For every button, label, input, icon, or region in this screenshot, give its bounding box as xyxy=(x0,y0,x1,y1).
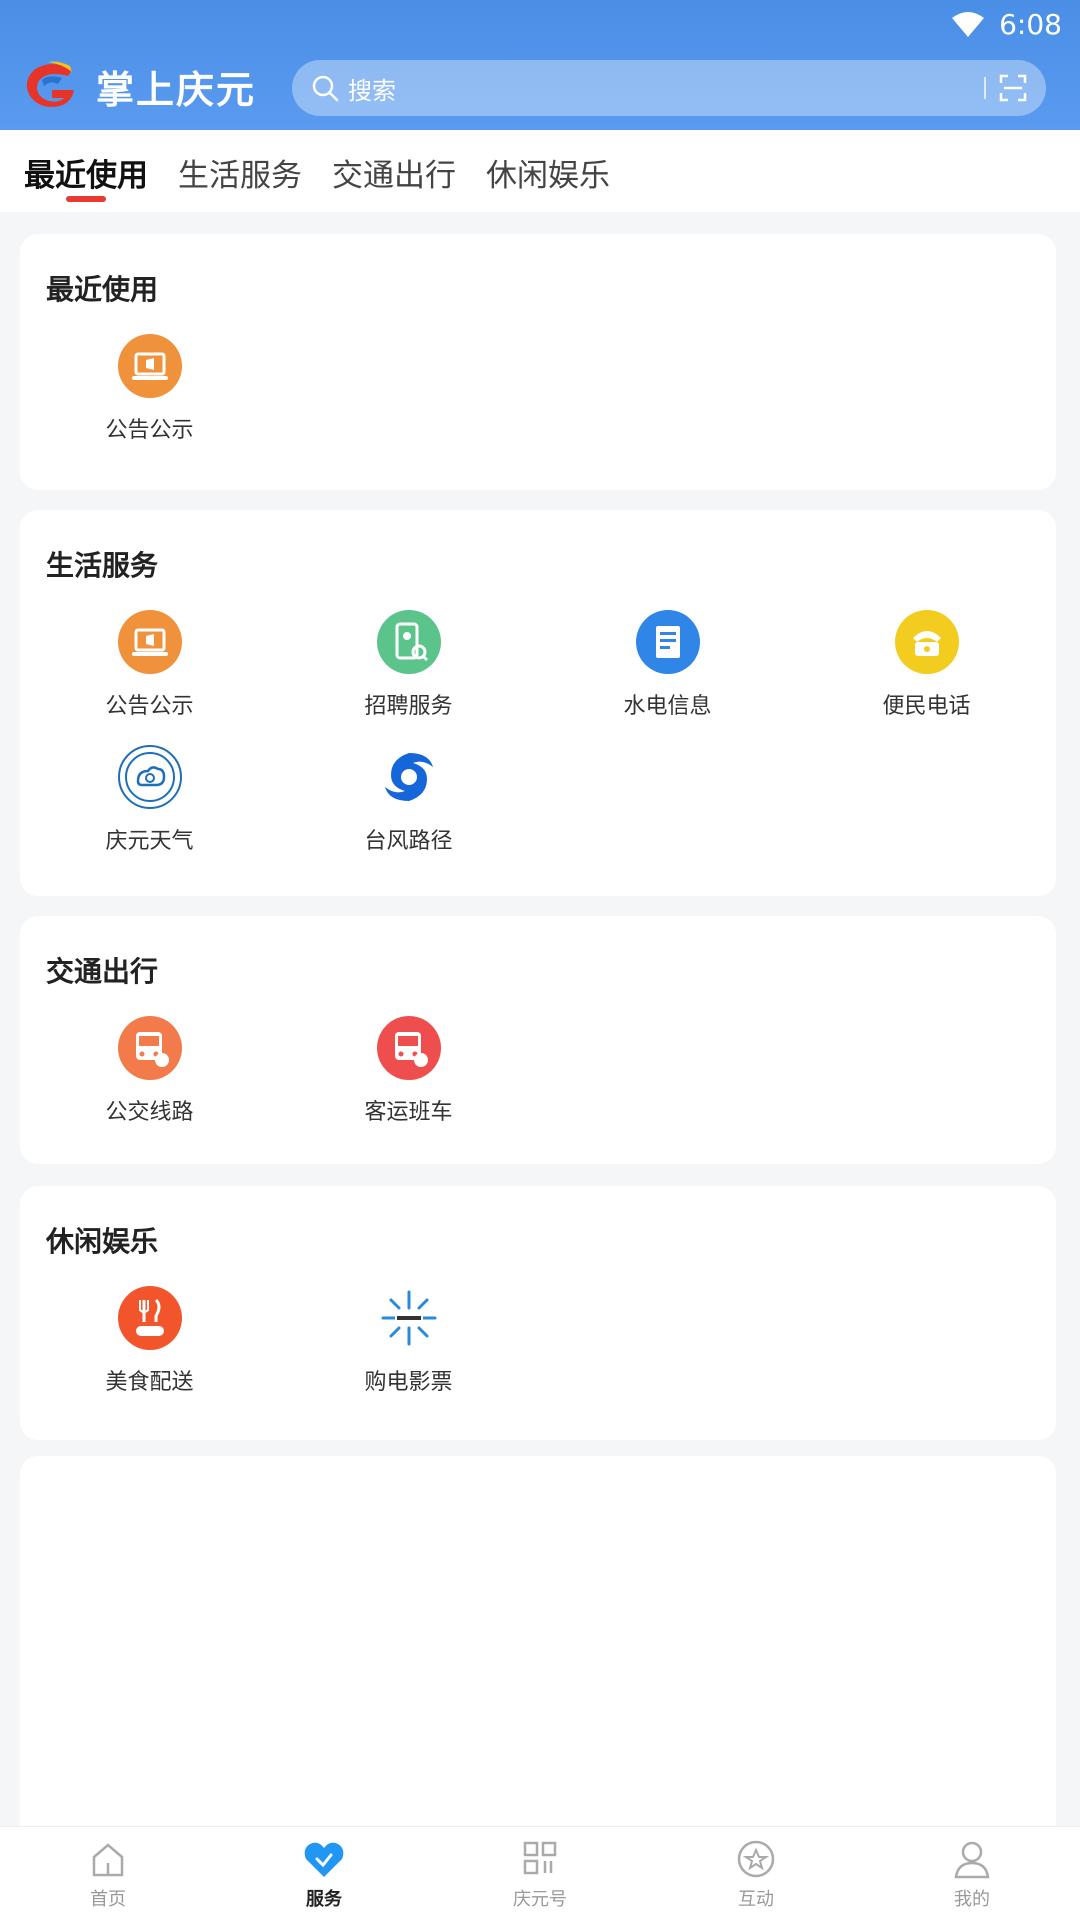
status-time: 6:08 xyxy=(999,7,1062,41)
category-tabs: 最近使用 生活服务 交通出行 休闲娱乐 xyxy=(0,130,1080,212)
tab-leisure[interactable]: 休闲娱乐 xyxy=(486,130,610,195)
service-food-delivery[interactable]: 美食配送 xyxy=(20,1286,279,1406)
nav-label: 庆元号 xyxy=(513,1889,567,1910)
service-announcement[interactable]: 公告公示 xyxy=(20,334,279,454)
section-recent: 最近使用 公告公示 xyxy=(20,234,1056,490)
tab-transport[interactable]: 交通出行 xyxy=(332,130,456,195)
service-typhoon-track[interactable]: 台风路径 xyxy=(279,745,538,865)
service-label: 台风路径 xyxy=(364,829,453,854)
service-coach[interactable]: 客运班车 xyxy=(279,1016,538,1136)
service-label: 招聘服务 xyxy=(364,694,453,719)
empty-card xyxy=(20,1456,1056,1826)
weather-icon xyxy=(117,745,182,809)
user-icon xyxy=(954,1841,990,1879)
nav-services[interactable]: 服务 xyxy=(216,1827,432,1920)
section-title: 交通出行 xyxy=(46,955,159,988)
typhoon-icon xyxy=(377,745,441,809)
heart-icon xyxy=(304,1842,344,1877)
grid-icon xyxy=(523,1841,557,1875)
coach-icon xyxy=(376,1016,441,1080)
nav-label: 首页 xyxy=(90,1889,126,1910)
bottom-navigation: 首页 服务 庆元号 互动 我的 xyxy=(0,1826,1080,1920)
service-label: 客运班车 xyxy=(364,1100,453,1125)
nav-label: 服务 xyxy=(306,1889,342,1910)
search-icon xyxy=(312,75,339,102)
nav-label: 我的 xyxy=(954,1889,990,1910)
app-header: 6:08 掌上庆元 搜索 xyxy=(0,0,1080,130)
announcement-icon xyxy=(117,610,182,674)
movie-ticket-icon xyxy=(377,1286,441,1350)
service-label: 公告公示 xyxy=(105,694,194,719)
service-label: 公告公示 xyxy=(105,418,194,443)
announcement-icon xyxy=(117,334,182,398)
service-bus-lines[interactable]: 公交线路 xyxy=(20,1016,279,1136)
section-title: 休闲娱乐 xyxy=(46,1225,159,1258)
search-bar[interactable]: 搜索 xyxy=(292,60,1046,116)
nav-mine[interactable]: 我的 xyxy=(864,1827,1080,1920)
service-movie-tickets[interactable]: 购电影票 xyxy=(279,1286,538,1406)
nav-interaction[interactable]: 互动 xyxy=(648,1827,864,1920)
nav-label: 互动 xyxy=(738,1889,774,1910)
section-transport: 交通出行 公交线路 客运班车 xyxy=(20,916,1056,1164)
search-input[interactable]: 搜索 xyxy=(348,71,984,106)
tab-life-services[interactable]: 生活服务 xyxy=(178,130,302,195)
section-title: 生活服务 xyxy=(46,549,159,582)
nav-qingyuan-hao[interactable]: 庆元号 xyxy=(432,1827,648,1920)
recruitment-icon xyxy=(376,610,441,674)
service-label: 便民电话 xyxy=(882,694,971,719)
tab-recent[interactable]: 最近使用 xyxy=(24,130,148,202)
section-title: 最近使用 xyxy=(46,273,159,306)
service-announcement[interactable]: 公告公示 xyxy=(20,610,279,730)
service-utility-info[interactable]: 水电信息 xyxy=(538,610,797,730)
service-recruitment[interactable]: 招聘服务 xyxy=(279,610,538,730)
phone-icon xyxy=(894,610,959,674)
app-name: 掌上庆元 xyxy=(96,67,257,112)
search-divider xyxy=(984,77,986,99)
food-delivery-icon xyxy=(117,1286,182,1350)
wifi-icon xyxy=(952,12,985,37)
bus-icon xyxy=(117,1016,182,1080)
app-logo-icon xyxy=(26,61,74,107)
service-weather[interactable]: 庆元天气 xyxy=(20,745,279,865)
service-label: 水电信息 xyxy=(623,694,712,719)
status-bar: 6:08 xyxy=(951,6,1062,42)
star-icon xyxy=(737,1840,775,1878)
utility-info-icon xyxy=(635,610,700,674)
service-label: 购电影票 xyxy=(364,1370,453,1395)
service-hotline[interactable]: 便民电话 xyxy=(797,610,1056,730)
service-label: 美食配送 xyxy=(105,1370,194,1395)
home-icon xyxy=(92,1843,124,1877)
section-leisure: 休闲娱乐 美食配送 购电影票 xyxy=(20,1186,1056,1440)
service-label: 公交线路 xyxy=(105,1100,194,1125)
service-label: 庆元天气 xyxy=(105,829,194,854)
section-life-services: 生活服务 公告公示 招聘服务 水电信息 便民电话 庆元天气 台风路径 xyxy=(20,510,1056,896)
scan-icon[interactable] xyxy=(998,73,1028,103)
brand: 掌上庆元 xyxy=(22,58,256,114)
nav-home[interactable]: 首页 xyxy=(0,1827,216,1920)
